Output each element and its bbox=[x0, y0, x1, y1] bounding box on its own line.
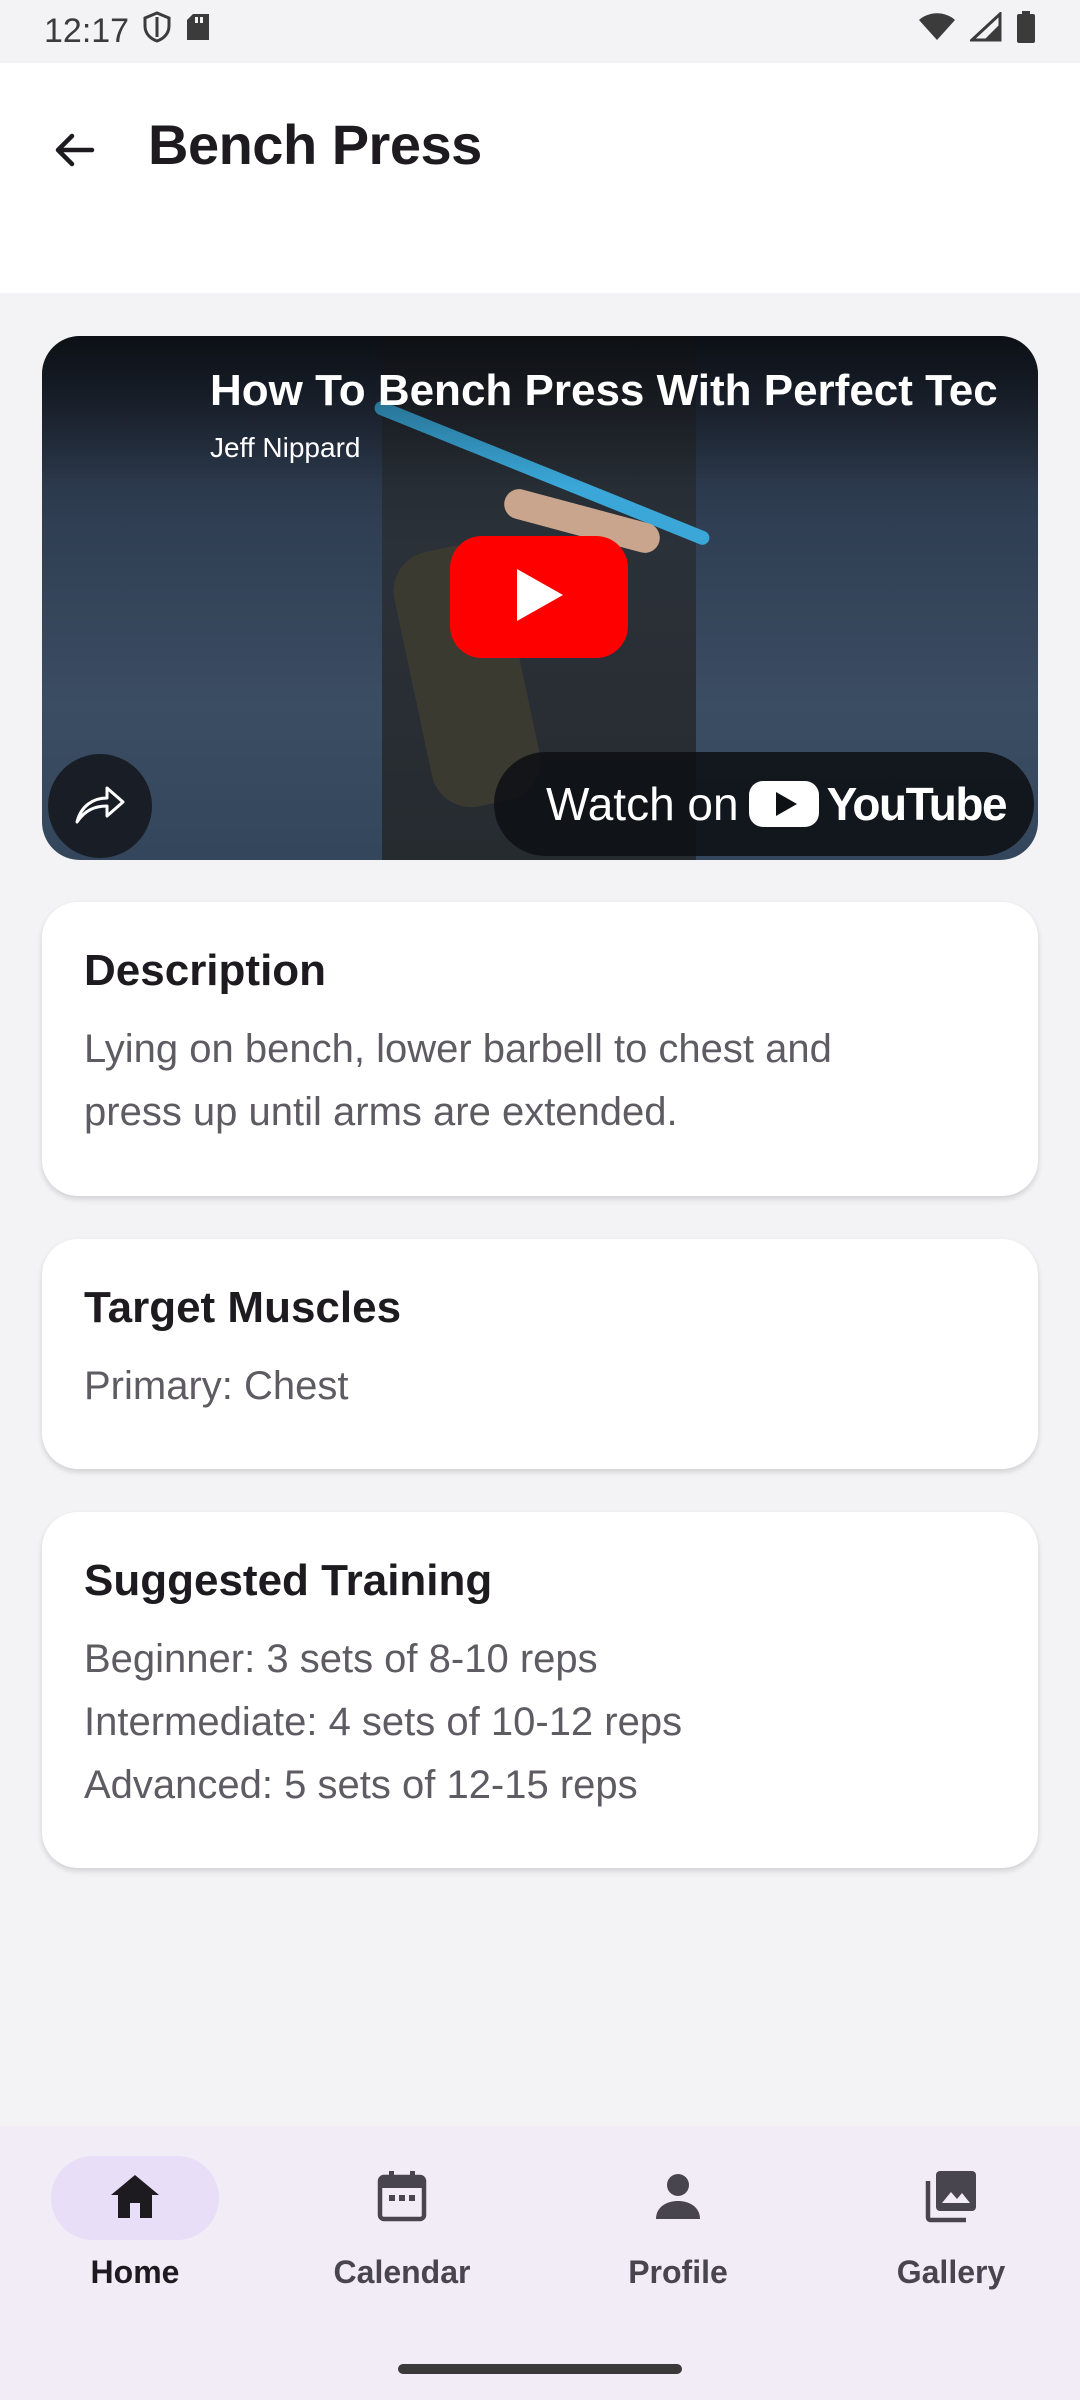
training-intermediate: Intermediate: 4 sets of 10-12 reps bbox=[84, 1700, 683, 1744]
bottom-navigation: Home Calendar Profile Gallery bbox=[0, 2126, 1080, 2400]
primary-muscle: Primary: Chest bbox=[84, 1364, 349, 1408]
status-right bbox=[918, 10, 1036, 52]
nav-label-gallery: Gallery bbox=[896, 2254, 1006, 2290]
share-button[interactable] bbox=[48, 754, 152, 858]
nav-label-calendar: Calendar bbox=[333, 2254, 471, 2290]
target-muscles-title: Target Muscles bbox=[84, 1283, 402, 1332]
nav-item-home[interactable]: Home bbox=[0, 2156, 270, 2306]
suggested-training-card: Suggested Training Beginner: 3 sets of 8… bbox=[42, 1512, 1038, 1868]
gesture-handle[interactable] bbox=[398, 2364, 682, 2374]
youtube-logo: YouTube bbox=[748, 777, 1008, 831]
calendar-icon bbox=[377, 2170, 427, 2227]
video-channel[interactable]: Jeff Nippard bbox=[210, 432, 360, 464]
description-line: press up until arms are extended. bbox=[84, 1090, 678, 1134]
app-bar bbox=[0, 63, 1080, 293]
sd-card-icon bbox=[185, 12, 211, 51]
target-muscles-card: Target Muscles Primary: Chest bbox=[42, 1239, 1038, 1469]
home-icon bbox=[109, 2172, 161, 2225]
youtube-text: YouTube bbox=[826, 778, 1008, 830]
status-bar: 12:17 bbox=[0, 0, 1080, 63]
nav-item-profile[interactable]: Profile bbox=[543, 2156, 813, 2306]
play-button[interactable] bbox=[450, 536, 628, 658]
arrow-back-icon bbox=[50, 126, 98, 179]
share-icon bbox=[73, 782, 127, 831]
shield-icon bbox=[143, 11, 171, 52]
description-title: Description bbox=[84, 946, 327, 995]
training-beginner: Beginner: 3 sets of 8-10 reps bbox=[84, 1637, 598, 1681]
training-advanced: Advanced: 5 sets of 12-15 reps bbox=[84, 1763, 638, 1807]
status-time: 12:17 bbox=[44, 12, 130, 50]
nav-item-calendar[interactable]: Calendar bbox=[267, 2156, 537, 2306]
suggested-training-title: Suggested Training bbox=[84, 1556, 493, 1605]
video-title[interactable]: How To Bench Press With Perfect Tec bbox=[210, 366, 1020, 416]
wifi-icon bbox=[918, 12, 956, 51]
watch-label: Watch on bbox=[546, 778, 739, 830]
nav-label-home: Home bbox=[90, 2254, 180, 2290]
person-icon bbox=[654, 2172, 702, 2225]
nav-item-gallery[interactable]: Gallery bbox=[816, 2156, 1080, 2306]
battery-icon bbox=[1016, 11, 1036, 52]
nav-label-profile: Profile bbox=[628, 2254, 728, 2290]
signal-icon bbox=[968, 10, 1002, 51]
back-button[interactable] bbox=[42, 120, 106, 184]
description-line: Lying on bench, lower barbell to chest a… bbox=[84, 1027, 832, 1071]
play-icon bbox=[513, 566, 565, 629]
watch-on-youtube-button[interactable]: Watch on YouTube bbox=[494, 752, 1034, 856]
gallery-icon bbox=[924, 2169, 978, 2228]
page-title: Bench Press bbox=[148, 113, 482, 176]
status-left: 12:17 bbox=[44, 11, 211, 52]
description-card: Description Lying on bench, lower barbel… bbox=[42, 902, 1038, 1196]
video-player[interactable]: How To Bench Press With Perfect Tec Jeff… bbox=[42, 336, 1038, 860]
